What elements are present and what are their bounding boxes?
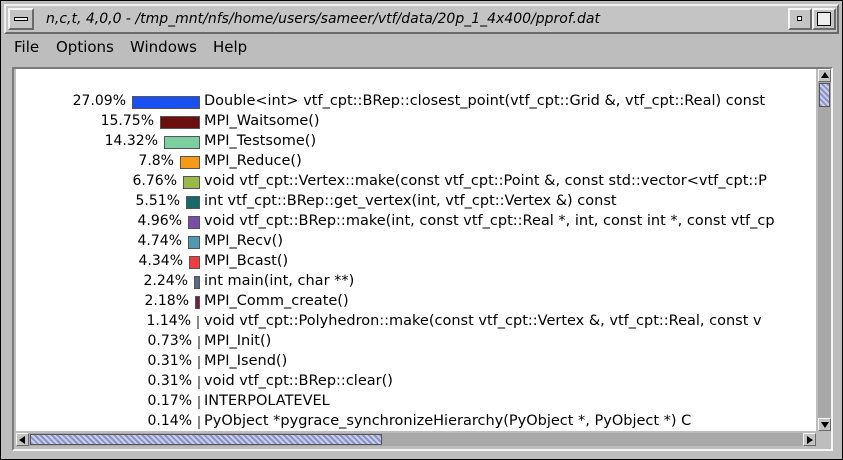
menu-bar: File Options Windows Help	[4, 35, 839, 61]
maximize-button[interactable]	[812, 8, 836, 30]
row-function-name[interactable]: void vtf_cpt::Polyhedron::make(const vtf…	[204, 313, 762, 329]
row-percent: 1.14%	[146, 313, 191, 329]
row-percent: 15.75%	[100, 113, 154, 129]
row-function-name[interactable]: MPI_Recv()	[204, 233, 283, 249]
maximize-icon	[817, 12, 831, 26]
row-function-name[interactable]: MPI_Init()	[204, 333, 271, 349]
profile-row[interactable]: 2.18% MPI_Comm_create()	[16, 292, 816, 312]
profile-row[interactable]: 14.32% MPI_Testsome()	[16, 132, 816, 152]
horizontal-scrollbar[interactable]	[16, 433, 816, 446]
row-function-name[interactable]: MPI_Testsome()	[204, 133, 316, 149]
row-function-name[interactable]: void vtf_cpt::BRep::clear()	[204, 373, 393, 389]
profile-row[interactable]: 7.8% MPI_Reduce()	[16, 152, 816, 172]
row-percent: 4.34%	[138, 253, 183, 269]
row-function-name[interactable]: Double<int> vtf_cpt::BRep::closest_point…	[204, 93, 765, 109]
row-bar[interactable]	[198, 396, 200, 409]
profile-row[interactable]: 0.31% MPI_Isend()	[16, 352, 816, 372]
scroll-down-button[interactable]	[818, 418, 831, 431]
menu-options[interactable]: Options	[56, 38, 114, 56]
window-title: n,c,t, 4,0,0 - /tmp_mnt/nfs/home/users/s…	[46, 11, 600, 27]
row-bar[interactable]	[194, 276, 200, 289]
profile-canvas[interactable]: 27.09% Double<int> vtf_cpt::BRep::closest…	[16, 69, 816, 431]
row-percent: 0.31%	[147, 353, 192, 369]
horizontal-scroll-thumb[interactable]	[30, 434, 382, 445]
window-menu-icon	[14, 17, 28, 21]
row-percent: 0.31%	[147, 373, 192, 389]
row-percent: 6.76%	[132, 173, 177, 189]
menu-help[interactable]: Help	[213, 38, 247, 56]
row-bar[interactable]	[188, 216, 200, 229]
profile-row[interactable]: 15.75% MPI_Waitsome()	[16, 112, 816, 132]
row-percent: 7.8%	[138, 153, 174, 169]
row-function-name[interactable]: void vtf_cpt::Vertex::make(const vtf_cpt…	[204, 173, 767, 189]
row-bar[interactable]	[198, 356, 200, 369]
row-bar[interactable]	[164, 136, 200, 149]
profile-row[interactable]: 0.73% MPI_Init()	[16, 332, 816, 352]
vertical-scroll-thumb[interactable]	[819, 83, 830, 107]
row-percent: 2.18%	[144, 293, 189, 309]
row-percent: 0.17%	[147, 393, 192, 409]
row-percent: 0.14%	[147, 413, 192, 429]
menu-windows[interactable]: Windows	[130, 38, 197, 56]
row-bar[interactable]	[198, 336, 200, 349]
scroll-up-button[interactable]	[818, 69, 831, 82]
scroll-corner	[818, 433, 831, 446]
row-function-name[interactable]: void vtf_cpt::BRep::make(int, const vtf_…	[204, 213, 775, 229]
row-bar[interactable]	[189, 256, 200, 269]
row-bar[interactable]	[198, 416, 200, 429]
row-percent: 27.09%	[72, 93, 126, 109]
row-function-name[interactable]: int main(int, char **)	[204, 273, 354, 289]
arrow-left-icon	[19, 436, 25, 444]
profile-row[interactable]: 27.09% Double<int> vtf_cpt::BRep::closest…	[16, 92, 816, 112]
menu-file[interactable]: File	[14, 38, 39, 56]
profile-row[interactable]: 0.17% INTERPOLATEVEL	[16, 392, 816, 412]
row-function-name[interactable]: MPI_Waitsome()	[204, 113, 320, 129]
row-function-name[interactable]: MPI_Isend()	[204, 353, 287, 369]
row-function-name[interactable]: MPI_Bcast()	[204, 253, 288, 269]
row-percent: 4.74%	[137, 233, 182, 249]
profile-row[interactable]: 5.51% int vtf_cpt::BRep::get_vertex(int, …	[16, 192, 816, 212]
profile-row[interactable]: 0.31% void vtf_cpt::BRep::clear()	[16, 372, 816, 392]
row-percent: 5.51%	[135, 193, 180, 209]
profile-row[interactable]: 0.14% PyObject *pygrace_synchronizeHierar…	[16, 412, 816, 431]
row-bar[interactable]	[180, 156, 200, 169]
row-bar[interactable]	[195, 296, 200, 309]
row-percent: 2.24%	[143, 273, 188, 289]
pprof-window: n,c,t, 4,0,0 - /tmp_mnt/nfs/home/users/s…	[0, 0, 843, 460]
window-menu-button[interactable]	[8, 8, 34, 30]
scroll-left-button[interactable]	[16, 433, 29, 446]
row-function-name[interactable]: MPI_Comm_create()	[204, 293, 349, 309]
row-bar[interactable]	[186, 196, 200, 209]
scroll-right-button[interactable]	[803, 433, 816, 446]
row-function-name[interactable]: int vtf_cpt::BRep::get_vertex(int, vtf_c…	[204, 193, 617, 209]
row-bar[interactable]	[132, 96, 200, 109]
profile-row[interactable]: 4.96% void vtf_cpt::BRep::make(int, const…	[16, 212, 816, 232]
row-function-name[interactable]: INTERPOLATEVEL	[204, 393, 330, 409]
profile-row[interactable]: 1.14% void vtf_cpt::Polyhedron::make(cons…	[16, 312, 816, 332]
row-bar[interactable]	[198, 376, 200, 389]
minimize-button[interactable]	[788, 8, 812, 30]
row-bar[interactable]	[188, 236, 200, 249]
arrow-up-icon	[821, 72, 829, 78]
profile-row[interactable]: 6.76% void vtf_cpt::Vertex::make(const vt…	[16, 172, 816, 192]
arrow-right-icon	[807, 436, 813, 444]
row-bar[interactable]	[183, 176, 200, 189]
row-function-name[interactable]: PyObject *pygrace_synchronizeHierarchy(P…	[204, 413, 691, 429]
row-percent: 0.73%	[147, 333, 192, 349]
profile-row[interactable]: 4.74% MPI_Recv()	[16, 232, 816, 252]
profile-row[interactable]: 4.34% MPI_Bcast()	[16, 252, 816, 272]
vertical-scrollbar[interactable]	[818, 69, 831, 431]
row-bar[interactable]	[160, 116, 200, 129]
row-bar[interactable]	[197, 316, 199, 329]
title-bar[interactable]: n,c,t, 4,0,0 - /tmp_mnt/nfs/home/users/s…	[4, 4, 839, 34]
row-percent: 14.32%	[104, 133, 158, 149]
content-area: 27.09% Double<int> vtf_cpt::BRep::closest…	[12, 67, 833, 451]
row-function-name[interactable]: MPI_Reduce()	[204, 153, 302, 169]
row-percent: 4.96%	[137, 213, 182, 229]
arrow-down-icon	[821, 422, 829, 428]
minimize-icon	[797, 16, 802, 21]
profile-row[interactable]: 2.24% int main(int, char **)	[16, 272, 816, 292]
